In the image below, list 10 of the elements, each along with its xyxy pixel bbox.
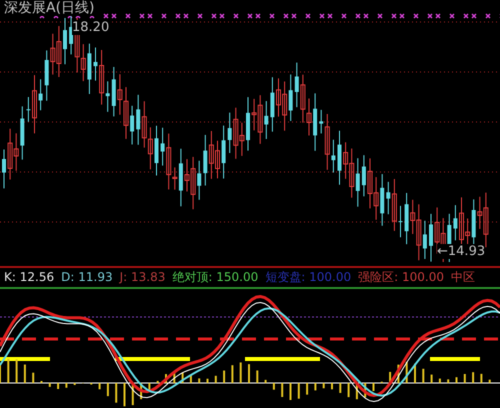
indicator-value: J: 13.83 (120, 269, 166, 286)
indicator-value: K: 12.56 (4, 269, 54, 286)
indicator-value: 强险区: 100.00 (358, 269, 444, 286)
indicator-value: 绝对顶: 150.00 (172, 269, 258, 286)
chart-title: 深发展A(日线) (4, 0, 95, 16)
zone-label: 中区 (451, 269, 475, 286)
indicator-value: 短变盘: 100.00 (265, 269, 352, 286)
high-price-label: 18.20 (72, 20, 110, 35)
low-price-label: ←14.93 (437, 244, 486, 259)
indicator-value: D: 11.93 (61, 269, 113, 286)
